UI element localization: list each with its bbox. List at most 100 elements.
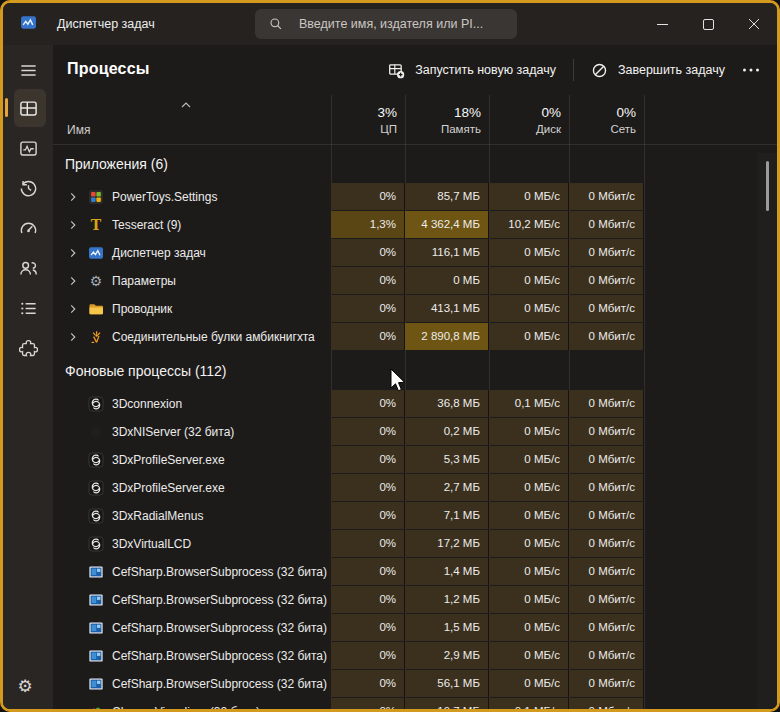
network-cell: 0 Мбит/с xyxy=(569,530,644,557)
process-name: 3DxProfileServer.exe xyxy=(112,453,225,467)
sidebar-item-users[interactable] xyxy=(3,248,53,288)
process-name-cell: ⚙Параметры xyxy=(53,267,331,294)
expand-chevron-icon[interactable] xyxy=(66,330,80,344)
process-name-cell: ChromaVisualizer (32 бита) xyxy=(53,698,331,709)
expand-chevron-icon[interactable] xyxy=(66,218,80,232)
process-row[interactable]: CefSharp.BrowserSubprocess (32 бита)0%56… xyxy=(53,670,777,698)
memory-cell: 2,9 МБ xyxy=(405,642,489,669)
cpu-cell: 0% xyxy=(331,670,405,697)
process-row[interactable]: Соединительные булки амбикнигхта0%2 890,… xyxy=(53,323,777,351)
expand-chevron-icon[interactable] xyxy=(66,190,80,204)
process-name-cell: T Tesseract (9) xyxy=(53,211,331,238)
network-cell: 0 Мбит/с xyxy=(569,267,644,294)
app-icon xyxy=(20,14,37,31)
memory-cell: 85,7 МБ xyxy=(405,183,489,210)
column-total: 3% xyxy=(377,105,397,120)
process-name-cell: 3DxProfileServer.exe xyxy=(53,446,331,473)
svg-text:T: T xyxy=(91,217,102,233)
cpu-cell: 0% xyxy=(331,446,405,473)
cef-icon xyxy=(88,564,104,580)
process-name-cell: CefSharp.BrowserSubprocess (32 бита) xyxy=(53,670,331,697)
cpu-cell: 0% xyxy=(331,530,405,557)
sidebar-item-settings[interactable]: ⚙ xyxy=(3,668,53,704)
process-row[interactable]: CefSharp.BrowserSubprocess (32 бита)0%1,… xyxy=(53,586,777,614)
dx3-icon xyxy=(88,536,104,552)
minimize-button[interactable] xyxy=(639,3,685,45)
section-title: Фоновые процессы (112) xyxy=(65,363,227,379)
process-row[interactable]: 3DxNIServer (32 бита)0%0,2 МБ0 МБ/с0 Мби… xyxy=(53,418,777,446)
column-header-Сеть[interactable]: 0%Сеть xyxy=(569,95,644,144)
sidebar-item-startup-apps[interactable] xyxy=(3,208,53,248)
memory-cell: 36,8 МБ xyxy=(405,390,489,417)
services-icon xyxy=(19,339,38,358)
app-history-icon xyxy=(19,179,38,198)
menu-button[interactable] xyxy=(3,52,53,88)
process-row[interactable]: 3DxProfileServer.exe0%2,7 МБ0 МБ/с0 Мбит… xyxy=(53,474,777,502)
network-cell: 0 Мбит/с xyxy=(569,295,644,322)
process-row[interactable]: CefSharp.BrowserSubprocess (32 бита)0%2,… xyxy=(53,642,777,670)
column-header-ЦП[interactable]: 3%ЦП xyxy=(331,95,405,144)
sidebar-item-details[interactable] xyxy=(3,288,53,328)
process-row[interactable]: 3DxRadialMenus0%7,1 МБ0 МБ/с0 Мбит/с xyxy=(53,502,777,530)
column-label: Диск xyxy=(536,123,561,135)
memory-cell: 1,2 МБ xyxy=(405,586,489,613)
sidebar-item-app-history[interactable] xyxy=(3,168,53,208)
memory-cell: 19,7 МБ xyxy=(405,698,489,709)
process-row[interactable]: PowerToys.Settings0%85,7 МБ0 МБ/с0 Мбит/… xyxy=(53,183,777,211)
search-input[interactable]: Введите имя, издателя или PI... xyxy=(255,9,517,39)
cef-icon xyxy=(88,592,104,608)
process-row[interactable]: 3Dconnexion0%36,8 МБ0,1 МБ/с0 Мбит/с xyxy=(53,390,777,418)
column-header-Диск[interactable]: 0%Диск xyxy=(489,95,569,144)
startup-apps-icon xyxy=(19,219,38,238)
settings-icon: ⚙ xyxy=(15,676,35,696)
scrollbar-thumb[interactable] xyxy=(766,161,769,211)
sidebar-item-processes[interactable] xyxy=(3,88,53,128)
process-row[interactable]: ⚙Параметры0%0 МБ0 МБ/с0 Мбит/с xyxy=(53,267,777,295)
more-options-button[interactable] xyxy=(739,54,763,86)
run-new-task-button[interactable]: Запустить новую задачу xyxy=(378,56,566,85)
network-cell: 0 Мбит/с xyxy=(569,698,644,709)
process-row[interactable]: Проводник0%413,1 МБ0 МБ/с0 Мбит/с xyxy=(53,295,777,323)
process-name: ChromaVisualizer (32 бита) xyxy=(112,705,260,710)
expand-chevron-icon[interactable] xyxy=(66,274,80,288)
scrollbar-track[interactable] xyxy=(757,153,777,709)
disk-cell: 0 МБ/с xyxy=(489,267,569,294)
process-name: 3DxRadialMenus xyxy=(112,509,203,523)
process-row[interactable]: Диспетчер задач0%116,1 МБ0 МБ/с0 Мбит/с xyxy=(53,239,777,267)
name-column-header[interactable]: Имя xyxy=(53,95,331,144)
process-name-cell: PowerToys.Settings xyxy=(53,183,331,210)
memory-cell: 5,3 МБ xyxy=(405,446,489,473)
cpu-cell: 0% xyxy=(331,418,405,445)
process-row[interactable]: 3DxVirtualLCD0%17,2 МБ0 МБ/с0 Мбит/с xyxy=(53,530,777,558)
disk-cell: 0 МБ/с xyxy=(489,239,569,266)
process-row[interactable]: CefSharp.BrowserSubprocess (32 бита)0%1,… xyxy=(53,614,777,642)
expand-chevron-icon[interactable] xyxy=(66,246,80,260)
network-cell: 0 Мбит/с xyxy=(569,614,644,641)
memory-cell: 4 362,4 МБ xyxy=(405,211,489,238)
process-row[interactable]: 3DxProfileServer.exe0%5,3 МБ0 МБ/с0 Мбит… xyxy=(53,446,777,474)
expand-chevron-icon[interactable] xyxy=(66,302,80,316)
process-name: Проводник xyxy=(112,302,172,316)
column-header-Память[interactable]: 18%Память xyxy=(405,95,489,144)
maximize-button[interactable] xyxy=(685,3,731,45)
network-cell: 0 Мбит/с xyxy=(569,446,644,473)
process-row[interactable]: CefSharp.BrowserSubprocess (32 бита)0%1,… xyxy=(53,558,777,586)
disk-cell: 0 МБ/с xyxy=(489,474,569,501)
end-task-button[interactable]: Завершить задачу xyxy=(581,56,735,85)
sidebar-item-services[interactable] xyxy=(3,328,53,368)
process-row[interactable]: ChromaVisualizer (32 бита)0%19,7 МБ0,1 М… xyxy=(53,698,777,709)
toolbar-divider xyxy=(573,59,574,81)
cef-icon xyxy=(88,648,104,664)
run-new-task-label: Запустить новую задачу xyxy=(415,63,556,77)
memory-cell: 116,1 МБ xyxy=(405,239,489,266)
process-name-cell: 3DxNIServer (32 бита) xyxy=(53,418,331,445)
process-row[interactable]: TTesseract (9)1,3%4 362,4 МБ10,2 МБ/с0 М… xyxy=(53,211,777,239)
cef-icon xyxy=(88,676,104,692)
cpu-cell: 0% xyxy=(331,267,405,294)
sidebar-item-performance[interactable] xyxy=(3,128,53,168)
network-cell: 0 Мбит/с xyxy=(569,502,644,529)
process-name: Tesseract (9) xyxy=(112,218,181,232)
process-name: 3DxVirtualLCD xyxy=(112,537,191,551)
disk-cell: 0 МБ/с xyxy=(489,614,569,641)
close-button[interactable] xyxy=(731,3,777,45)
